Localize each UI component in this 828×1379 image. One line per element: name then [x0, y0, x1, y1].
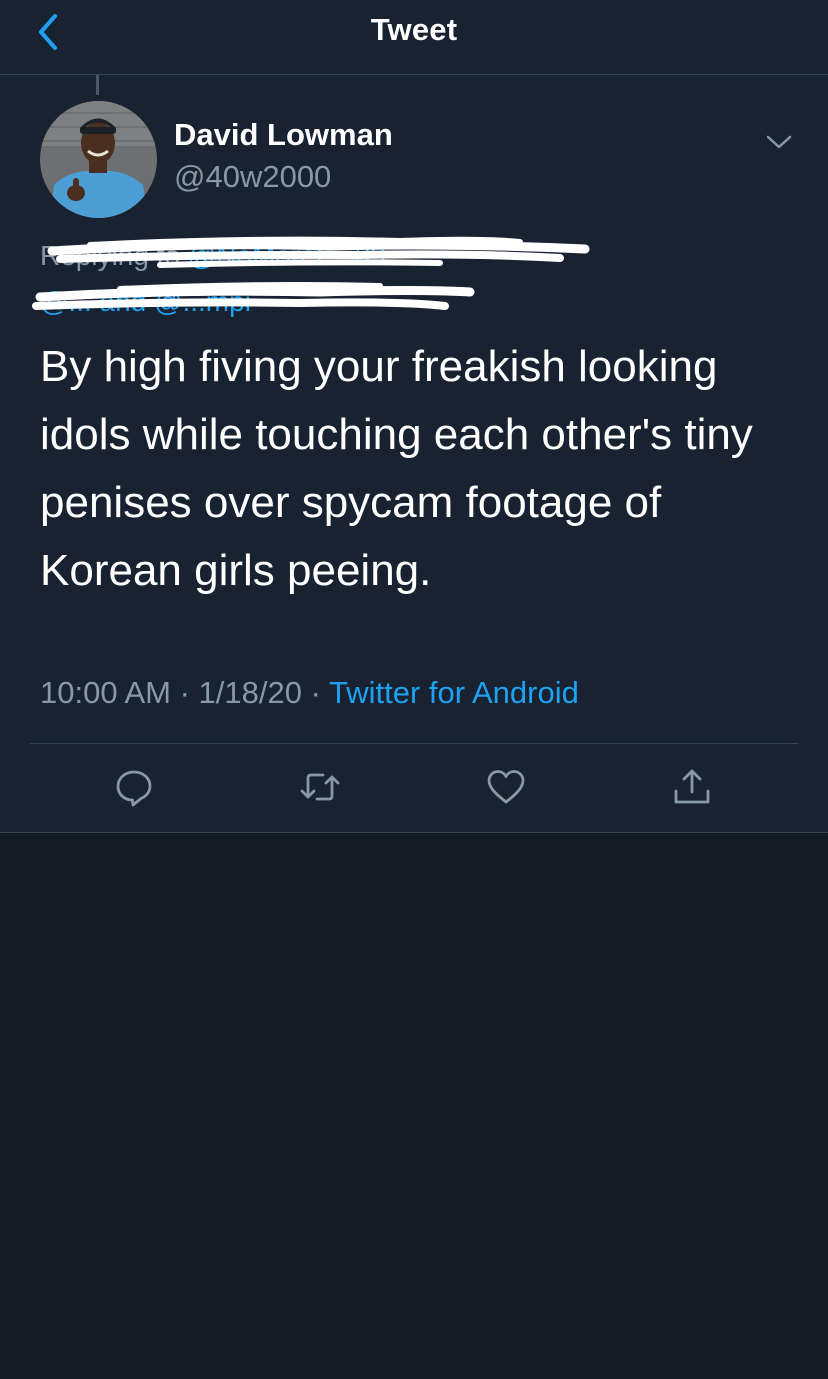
share-icon: [674, 769, 710, 804]
replying-to-prefix: Replying to: [40, 240, 188, 271]
top-bar: Tweet: [0, 0, 828, 75]
comment-icon: [116, 770, 152, 807]
divider: [30, 743, 798, 744]
like-button[interactable]: [484, 765, 528, 809]
thread-line: [96, 75, 99, 95]
tweet-metadata: 10:00 AM · 1/18/20 · Twitter for Android: [40, 675, 579, 711]
user-avatar-icon: [40, 101, 157, 218]
more-options-button[interactable]: [762, 127, 796, 157]
replying-to-line-2: @... and @...mpi: [40, 286, 251, 318]
avatar[interactable]: [40, 101, 157, 218]
heart-icon: [487, 770, 525, 804]
author-display-name[interactable]: David Lowman: [174, 117, 393, 153]
share-button[interactable]: [670, 765, 714, 809]
tweet-card: David Lowman @40w2000 Replying to @NoMor…: [0, 75, 828, 833]
reply-mentions-2[interactable]: @... and @...mpi: [40, 286, 251, 317]
retweet-button[interactable]: [298, 765, 342, 809]
chevron-down-icon: [766, 135, 792, 149]
tweet-time: 10:00 AM: [40, 675, 171, 710]
retweet-icon: [300, 773, 340, 801]
page-title: Tweet: [370, 12, 458, 47]
reply-mentions[interactable]: @NoMoreL...09: [188, 240, 386, 271]
reply-button[interactable]: [112, 765, 156, 809]
meta-separator-2: ·: [301, 675, 329, 710]
tweet-text: By high fiving your freakish looking ido…: [40, 342, 753, 595]
meta-separator: ·: [170, 675, 199, 710]
tweet-source-link[interactable]: Twitter for Android: [329, 675, 579, 710]
tweet-date: 1/18/20: [198, 675, 302, 710]
author-handle[interactable]: @40w2000: [174, 159, 331, 195]
replying-to-line: Replying to @NoMoreL...09: [40, 240, 386, 272]
